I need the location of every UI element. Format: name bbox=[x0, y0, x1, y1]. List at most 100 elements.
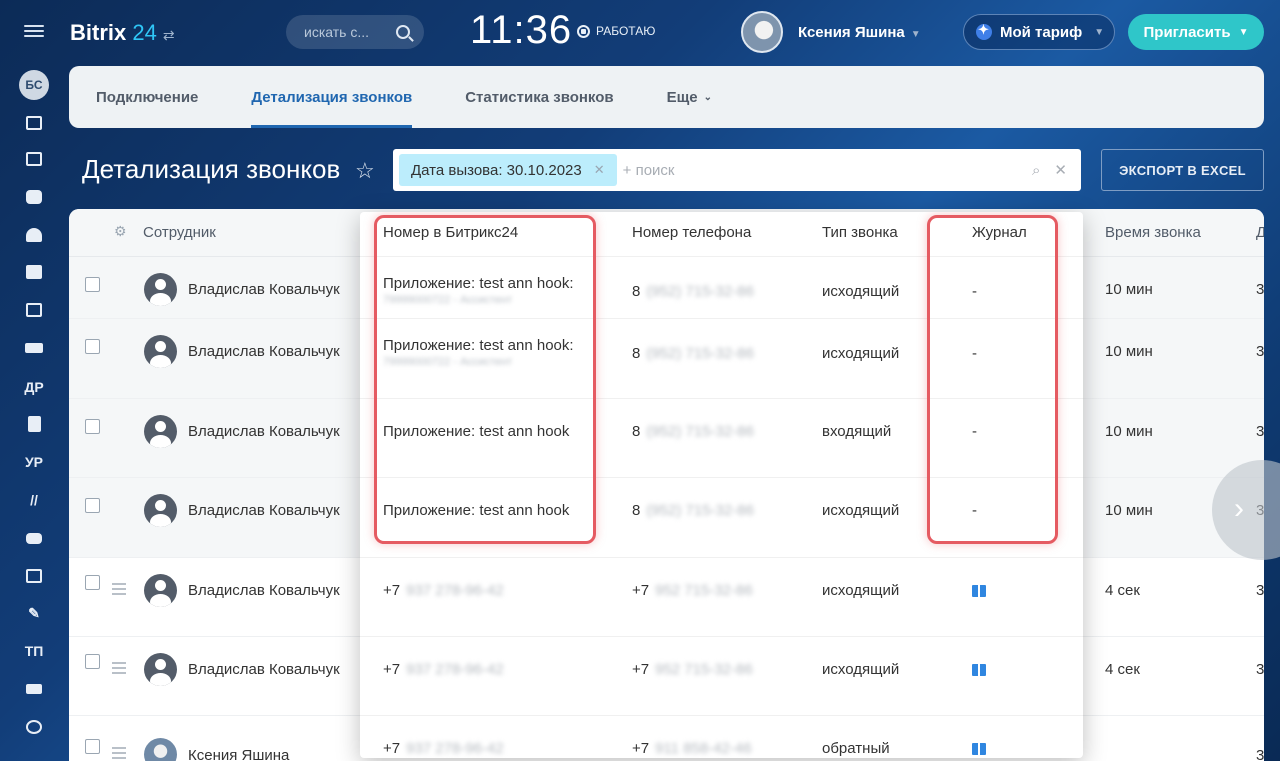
cell-truncated: 3 bbox=[1256, 423, 1264, 440]
tab-call-details[interactable]: Детализация звонков bbox=[251, 66, 412, 128]
rail-item-ur[interactable]: УР bbox=[14, 449, 54, 475]
tariff-button[interactable]: Мой тариф ▼ bbox=[963, 14, 1115, 50]
row-checkbox[interactable] bbox=[85, 575, 100, 590]
panel-row: +7 937 278-96-42 +7 911 858-42-46 обратный bbox=[360, 715, 1083, 758]
switch-icon[interactable]: ⇄ bbox=[163, 27, 175, 43]
work-status[interactable]: РАБОТАЮ bbox=[577, 24, 655, 38]
journal-book-icon[interactable] bbox=[972, 584, 986, 601]
shop-icon[interactable] bbox=[14, 563, 54, 589]
employee-name[interactable]: Владислав Ковальчук bbox=[188, 661, 340, 678]
mail-icon[interactable] bbox=[14, 676, 54, 702]
tariff-label: Мой тариф bbox=[1000, 23, 1083, 41]
avatar bbox=[144, 574, 177, 607]
avatar bbox=[144, 273, 177, 306]
rail-item-tp[interactable]: ТП bbox=[14, 638, 54, 664]
close-icon[interactable]: ✕ bbox=[594, 162, 605, 178]
employee-name[interactable]: Владислав Ковальчук bbox=[188, 423, 340, 440]
news-icon[interactable] bbox=[14, 146, 54, 172]
search-input[interactable]: искать с... bbox=[286, 15, 424, 49]
phone-cell: 8 (952) 715-32-86 bbox=[632, 423, 754, 440]
call-type: исходящий bbox=[822, 502, 900, 519]
drag-handle-icon[interactable] bbox=[112, 747, 126, 761]
rail-item-dr[interactable]: ДР bbox=[14, 374, 54, 400]
phone-blurred: 952 715-32-86 bbox=[655, 582, 753, 599]
col-call-time[interactable]: Время звонка bbox=[1105, 224, 1201, 241]
search-placeholder: искать с... bbox=[304, 24, 369, 40]
call-type: исходящий bbox=[822, 283, 900, 300]
phone-prefix: 8 bbox=[632, 423, 641, 440]
avatar bbox=[144, 415, 177, 448]
chevron-down-icon: ▼ bbox=[1238, 26, 1249, 38]
search-icon[interactable] bbox=[396, 25, 410, 39]
call-time: 4 сек bbox=[1105, 661, 1140, 678]
invite-button[interactable]: Пригласить ▼ bbox=[1128, 14, 1264, 50]
tab-call-stats[interactable]: Статистика звонков bbox=[465, 66, 613, 128]
employee-name[interactable]: Владислав Ковальчук bbox=[188, 502, 340, 519]
phone-blurred: 952 715-32-86 bbox=[655, 661, 753, 678]
tab-connection[interactable]: Подключение bbox=[96, 66, 198, 128]
row-checkbox[interactable] bbox=[85, 277, 100, 292]
call-time: 10 мин bbox=[1105, 281, 1153, 298]
user-name: Ксения Яшина bbox=[798, 24, 905, 41]
hamburger-menu-icon[interactable] bbox=[24, 22, 44, 42]
row-checkbox[interactable] bbox=[85, 498, 100, 513]
marketing-icon[interactable]: // bbox=[14, 487, 54, 513]
phone-cell: 8 (952) 715-32-86 bbox=[632, 345, 754, 362]
phone-blurred: 911 858-42-46 bbox=[655, 740, 752, 757]
group-icon[interactable] bbox=[14, 222, 54, 248]
highlight-bitrix-number bbox=[374, 215, 596, 544]
goal-icon[interactable] bbox=[14, 714, 54, 740]
journal-book-icon[interactable] bbox=[972, 742, 986, 758]
user-avatar[interactable] bbox=[741, 11, 783, 53]
invite-label: Пригласить bbox=[1143, 23, 1231, 41]
cell-truncated: 3 bbox=[1256, 582, 1264, 599]
search-icon[interactable]: ⌕ bbox=[1032, 162, 1040, 179]
bitrix-logo[interactable]: Bitrix 24 ⇄ bbox=[70, 20, 175, 46]
page-title: Детализация звонков bbox=[82, 154, 341, 184]
col-more[interactable]: Д bbox=[1256, 224, 1264, 241]
user-menu[interactable]: Ксения Яшина ▼ bbox=[798, 24, 921, 41]
robot-icon[interactable] bbox=[14, 525, 54, 551]
employee-name[interactable]: Владислав Ковальчук bbox=[188, 343, 340, 360]
calendar-icon[interactable] bbox=[14, 110, 54, 136]
filter-chip[interactable]: Дата вызова: 30.10.2023 ✕ bbox=[399, 154, 617, 186]
tariff-icon bbox=[976, 22, 992, 40]
employee-name[interactable]: Владислав Ковальчук bbox=[188, 281, 340, 298]
telephony-icon[interactable] bbox=[14, 335, 54, 361]
rail-avatar[interactable]: БС bbox=[19, 70, 49, 100]
document-icon[interactable] bbox=[14, 411, 54, 437]
star-icon[interactable]: ☆ bbox=[355, 158, 375, 184]
col-employee[interactable]: Сотрудник bbox=[143, 224, 216, 241]
tab-bar: Подключение Детализация звонков Статисти… bbox=[69, 66, 1264, 128]
sign-icon[interactable]: ✎ bbox=[14, 600, 54, 626]
bitrix-number-cell: +7 937 278-96-42 bbox=[383, 661, 504, 678]
employee-name[interactable]: Владислав Ковальчук bbox=[188, 582, 340, 599]
stop-icon bbox=[577, 24, 590, 38]
phone-cell: +7 952 715-32-86 bbox=[632, 661, 753, 678]
phone-prefix: 8 bbox=[632, 345, 641, 362]
clear-icon[interactable]: ✕ bbox=[1054, 161, 1067, 179]
chevron-down-icon: ▼ bbox=[1094, 26, 1105, 38]
gear-icon[interactable]: ⚙ bbox=[114, 223, 127, 240]
journal-book-icon[interactable] bbox=[972, 663, 986, 680]
contact-card-icon[interactable] bbox=[14, 297, 54, 323]
filter-search[interactable]: Дата вызова: 30.10.2023 ✕ + поиск ⌕ ✕ bbox=[393, 149, 1081, 191]
row-checkbox[interactable] bbox=[85, 739, 100, 754]
call-time: 4 сек bbox=[1105, 582, 1140, 599]
logo-number: 24 bbox=[132, 20, 157, 45]
tab-more[interactable]: Еще ⌄ bbox=[667, 66, 712, 128]
call-time: 10 мин bbox=[1105, 502, 1153, 519]
avatar bbox=[144, 494, 177, 527]
drag-handle-icon[interactable] bbox=[112, 583, 126, 598]
row-checkbox[interactable] bbox=[85, 419, 100, 434]
drag-handle-icon[interactable] bbox=[112, 662, 126, 677]
row-checkbox[interactable] bbox=[85, 654, 100, 669]
row-checkbox[interactable] bbox=[85, 339, 100, 354]
call-time: 10 мин bbox=[1105, 423, 1153, 440]
export-excel-button[interactable]: ЭКСПОРТ В EXCEL bbox=[1101, 149, 1264, 191]
chat-icon[interactable] bbox=[14, 184, 54, 210]
bitrix-blurred: 937 278-96-42 bbox=[406, 740, 504, 757]
employee-name[interactable]: Ксения Яшина bbox=[188, 747, 289, 761]
drive-icon[interactable] bbox=[14, 259, 54, 285]
cell-truncated: 3 bbox=[1256, 661, 1264, 678]
